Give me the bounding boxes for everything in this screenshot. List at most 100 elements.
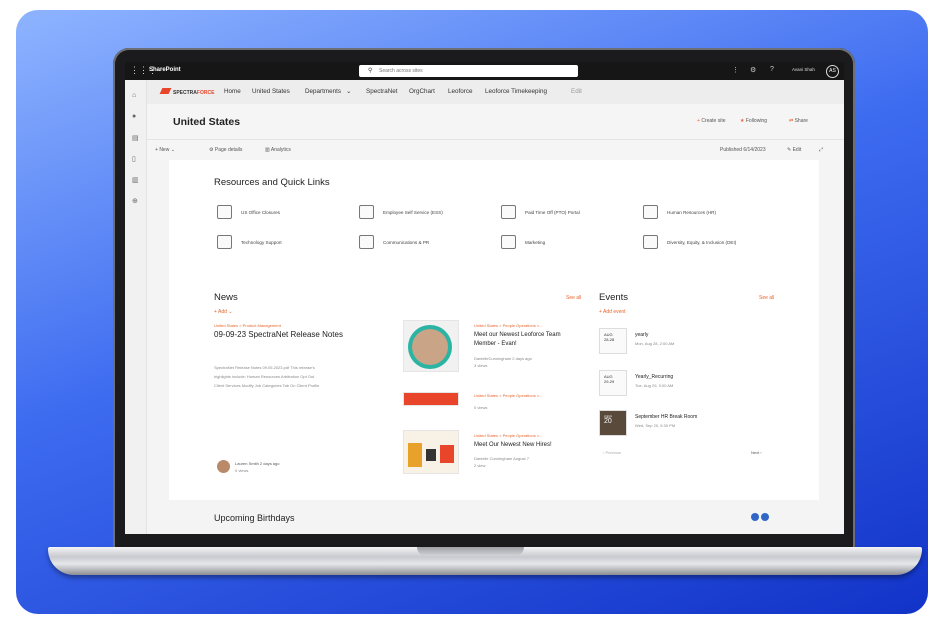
analytics-icon: ▥: [265, 147, 270, 153]
document-icon[interactable]: ▯: [132, 155, 136, 163]
news-excerpt-line: Client Services Modify Job Categories Ta…: [214, 383, 320, 388]
nav-orgchart[interactable]: OrgChart: [409, 88, 435, 95]
analytics-button[interactable]: ▥ Analytics: [265, 147, 291, 153]
news-excerpt-line: highlights include: Human Resources Arbi…: [214, 374, 315, 379]
news-item-title[interactable]: Meet our Newest Leoforce Team: [474, 332, 561, 338]
page-details-button[interactable]: ⚙ Page details: [209, 147, 242, 153]
news-thumbnail[interactable]: [403, 392, 459, 406]
left-app-bar: ⌂ ● ▤ ▯ ▥ ⊕: [125, 80, 147, 534]
nav-spectranet[interactable]: SpectraNet: [366, 88, 398, 95]
page-canvas: Resources and Quick Links US Office Clos…: [169, 160, 819, 500]
news-see-all-link[interactable]: See all: [566, 295, 581, 301]
event-time: Mon, Aug 28, 2:00 AM: [635, 341, 675, 346]
create-site-button[interactable]: + Create site: [697, 118, 726, 124]
event-title[interactable]: Yearly_Recurring: [635, 374, 673, 380]
logo-mark-icon: [159, 88, 172, 94]
globe-icon: [643, 235, 658, 249]
quick-links-title: Resources and Quick Links: [214, 177, 330, 188]
edit-button[interactable]: ✎ Edit: [787, 147, 801, 153]
lists-icon[interactable]: ▥: [132, 176, 139, 184]
following-button[interactable]: ★ Following: [740, 118, 767, 124]
app-name[interactable]: SharePoint: [149, 67, 181, 73]
user-name[interactable]: Avani Shah: [792, 67, 815, 72]
nav-home[interactable]: Home: [224, 88, 241, 95]
notifications-icon[interactable]: ⋮: [732, 66, 739, 74]
people-icon: [643, 205, 658, 219]
news-thumbnail[interactable]: [403, 430, 459, 474]
news-author[interactable]: Lauren Smith 2 days ago: [235, 461, 279, 466]
previous-button[interactable]: ‹ Previous: [603, 450, 621, 455]
command-bar: + New ⌄ ⚙ Page details ▥ Analytics Publi…: [147, 140, 844, 160]
carousel-prev-icon[interactable]: [751, 513, 759, 521]
news-excerpt-line: SpectraNet Release Notes 09.05.2023.pdf …: [214, 365, 315, 370]
plus-icon: +: [697, 118, 700, 124]
star-icon: ★: [740, 118, 745, 124]
news-item-meta: Danielle Cunningham August 7: [474, 456, 529, 461]
news-tag[interactable]: United States > Product Management: [214, 323, 281, 328]
news-item-title[interactable]: Meet Our Newest New Hires!: [474, 442, 552, 448]
news-views: 0 views: [235, 468, 249, 473]
megaphone-icon: [359, 235, 374, 249]
suite-bar: ⋮⋮⋮ SharePoint ⚲ Search across sites ⋮ ⚙…: [125, 62, 844, 80]
laptop-notch: [417, 547, 524, 556]
news-thumbnail[interactable]: [403, 320, 459, 372]
search-box[interactable]: ⚲ Search across sites: [359, 65, 578, 77]
birthdays-title: Upcoming Birthdays: [214, 513, 295, 523]
news-icon[interactable]: ▤: [132, 134, 139, 142]
event-title[interactable]: September HR Break Room: [635, 414, 697, 420]
news-item-tag[interactable]: United States > People Operations >...: [474, 393, 543, 398]
nav-leoforce[interactable]: Leoforce: [448, 88, 473, 95]
calendar-icon: [217, 205, 232, 219]
pencil-icon: ✎: [787, 147, 792, 153]
event-date-badge[interactable]: SEP 20: [599, 410, 627, 436]
computer-icon: [217, 235, 232, 249]
network-icon: [501, 235, 516, 249]
company-logo[interactable]: SPECTRAFORCE: [159, 88, 214, 96]
settings-icon[interactable]: ⚙: [750, 66, 756, 74]
event-time: Tue, Aug 29, 3:00 AM: [635, 383, 674, 388]
site-title[interactable]: United States: [173, 116, 240, 128]
calendar-icon: [501, 205, 516, 219]
event-date-badge[interactable]: AUG 29-29: [599, 370, 627, 396]
nav-united-states[interactable]: United States: [252, 88, 290, 95]
carousel-next-icon[interactable]: [761, 513, 769, 521]
expand-icon[interactable]: ⤢: [819, 147, 823, 153]
home-icon[interactable]: ⌂: [132, 92, 136, 99]
new-button[interactable]: + New ⌄: [155, 147, 175, 153]
author-avatar[interactable]: [217, 460, 230, 473]
nav-leoforce-timekeeping[interactable]: Leoforce Timekeeping: [485, 88, 547, 95]
news-item-meta: DanielleCunningham 2 days ago: [474, 356, 532, 361]
share-icon: ⇄: [789, 118, 794, 124]
event-time: Wed, Sep 20, 5:30 PM: [635, 423, 676, 428]
event-date-badge[interactable]: AUG 28-28: [599, 328, 627, 354]
published-date: Published 6/14/2023: [720, 147, 766, 153]
events-webpart: Events See all + Add event AUG 28-28 year…: [599, 290, 799, 480]
news-add-button[interactable]: + Add ⌄: [214, 309, 233, 315]
portrait-photo: [412, 329, 448, 365]
search-icon: ⚲: [368, 68, 373, 74]
gear-icon: ⚙: [209, 147, 214, 153]
nav-departments[interactable]: Departments: [305, 88, 341, 95]
birthdays-section: Upcoming Birthdays: [169, 500, 819, 534]
news-headline[interactable]: 09-09-23 SpectraNet Release Notes: [214, 330, 343, 339]
hub-navigation: SPECTRAFORCE Home United States Departme…: [147, 80, 844, 104]
news-item-tag[interactable]: United States > People Operations >...: [474, 323, 543, 328]
person-icon: [359, 205, 374, 219]
next-button[interactable]: Next ›: [751, 450, 762, 455]
share-button[interactable]: ⇄ Share: [789, 118, 808, 124]
add-icon[interactable]: ⊕: [132, 197, 138, 205]
news-title: News: [214, 292, 238, 303]
nav-edit[interactable]: Edit: [571, 88, 582, 95]
site-header: United States + Create site ★ Following …: [147, 104, 844, 140]
event-title[interactable]: yearly: [635, 332, 648, 338]
chevron-down-icon[interactable]: ⌄: [346, 88, 351, 95]
news-item-title[interactable]: Member - Evan!: [474, 341, 517, 347]
add-event-button[interactable]: + Add event: [599, 309, 626, 315]
news-item-tag[interactable]: United States > People Operations >...: [474, 433, 543, 438]
events-title: Events: [599, 292, 629, 303]
globe-icon[interactable]: ●: [132, 113, 136, 120]
laptop-screen: ⋮⋮⋮ SharePoint ⚲ Search across sites ⋮ ⚙…: [125, 62, 844, 534]
help-icon[interactable]: ?: [770, 66, 774, 73]
avatar[interactable]: AS: [826, 65, 839, 78]
events-see-all-link[interactable]: See all: [759, 295, 774, 301]
